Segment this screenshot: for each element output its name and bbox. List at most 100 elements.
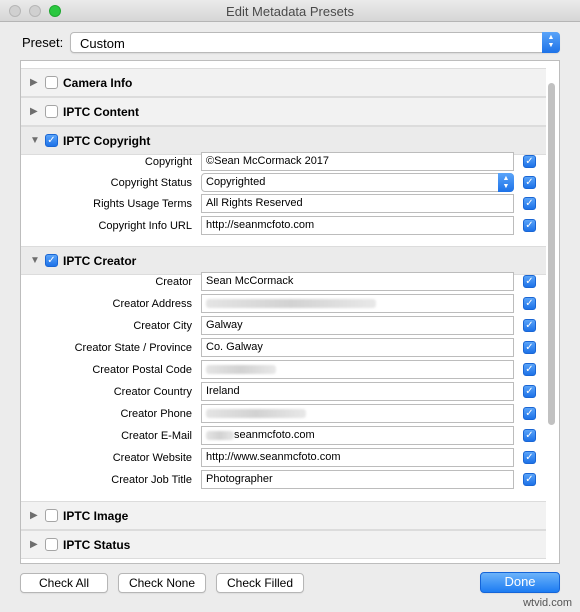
metadata-panel: ▶ Camera Info ▶ IPTC Content ▼ ✓ IPTC Co… — [20, 60, 560, 564]
field-checkbox[interactable]: ✓ — [523, 155, 536, 168]
preset-row: Preset: Custom ▲ ▼ — [22, 32, 562, 54]
field-label: Creator Website — [112, 452, 192, 464]
section-iptc-copyright[interactable]: ▼ ✓ IPTC Copyright — [21, 126, 546, 155]
copyright-url-input[interactable]: http://seanmcfoto.com — [201, 216, 514, 235]
check-all-button[interactable]: Check All — [20, 573, 108, 593]
field-label: Creator — [155, 276, 192, 288]
copyright-input[interactable]: ©Sean McCormack 2017 — [201, 152, 514, 171]
preset-label: Preset: — [22, 35, 64, 50]
field-label: Creator State / Province — [74, 342, 192, 354]
field-label: Creator Address — [112, 298, 192, 310]
field-checkbox[interactable]: ✓ — [523, 407, 536, 420]
field-label: Creator E-Mail — [121, 430, 192, 442]
creator-address-input[interactable] — [201, 294, 514, 313]
creator-city-input[interactable]: Galway — [201, 316, 514, 335]
field-checkbox[interactable]: ✓ — [523, 473, 536, 486]
watermark: wtvid.com — [523, 597, 572, 609]
section-checkbox[interactable] — [45, 105, 58, 118]
section-checkbox[interactable] — [45, 76, 58, 89]
field-row-copyright-url: Copyright Info URL http://seanmcfoto.com… — [21, 216, 546, 238]
rights-usage-input[interactable]: All Rights Reserved — [201, 194, 514, 213]
creator-state-input[interactable]: Co. Galway — [201, 338, 514, 357]
chevron-updown-icon: ▲ ▼ — [542, 32, 560, 53]
section-checkbox[interactable] — [45, 509, 58, 522]
creator-website-input[interactable]: http://www.seanmcfoto.com — [201, 448, 514, 467]
copyright-status-value: Copyrighted — [206, 176, 266, 188]
section-iptc-content[interactable]: ▶ IPTC Content — [21, 97, 546, 126]
field-row-rights-usage: Rights Usage Terms All Rights Reserved ✓ — [21, 194, 546, 216]
creator-input[interactable]: Sean McCormack — [201, 272, 514, 291]
field-checkbox[interactable]: ✓ — [523, 197, 536, 210]
vertical-scrollbar[interactable] — [546, 63, 557, 561]
creator-phone-input[interactable] — [201, 404, 514, 423]
check-none-button[interactable]: Check None — [118, 573, 206, 593]
section-checkbox[interactable]: ✓ — [45, 254, 58, 267]
creator-job-input[interactable]: Photographer — [201, 470, 514, 489]
field-row-copyright: Copyright ©Sean McCormack 2017 ✓ — [21, 152, 546, 174]
field-row-creator-job: Creator Job Title Photographer ✓ — [21, 470, 546, 492]
copyright-status-select[interactable]: Copyrighted ▲ ▼ — [201, 173, 514, 192]
field-checkbox[interactable]: ✓ — [523, 176, 536, 189]
done-button[interactable]: Done — [480, 572, 560, 593]
preset-dropdown[interactable]: Custom ▲ ▼ — [70, 32, 560, 53]
field-checkbox[interactable]: ✓ — [523, 219, 536, 232]
check-filled-button[interactable]: Check Filled — [216, 573, 304, 593]
disclosure-down-icon[interactable]: ▼ — [30, 135, 40, 147]
disclosure-right-icon[interactable]: ▶ — [30, 106, 38, 118]
field-row-creator-postal: Creator Postal Code ✓ — [21, 360, 546, 382]
creator-email-input[interactable]: seanmcfoto.com — [201, 426, 514, 445]
redacted-text — [206, 364, 276, 374]
field-row-creator-city: Creator City Galway ✓ — [21, 316, 546, 338]
field-label: Creator City — [133, 320, 192, 332]
section-checkbox[interactable]: ✓ — [45, 134, 58, 147]
section-iptc-status[interactable]: ▶ IPTC Status — [21, 530, 546, 559]
field-row-copyright-status: Copyright Status Copyrighted ▲ ▼ ✓ — [21, 173, 546, 195]
section-checkbox[interactable] — [45, 538, 58, 551]
field-checkbox[interactable]: ✓ — [523, 275, 536, 288]
field-checkbox[interactable]: ✓ — [523, 429, 536, 442]
field-label: Creator Country — [113, 386, 192, 398]
field-checkbox[interactable]: ✓ — [523, 297, 536, 310]
section-title: IPTC Content — [63, 105, 139, 119]
disclosure-right-icon[interactable]: ▶ — [30, 77, 38, 89]
section-title: IPTC Creator — [63, 254, 137, 268]
disclosure-right-icon[interactable]: ▶ — [30, 510, 38, 522]
title-bar: Edit Metadata Presets — [0, 0, 580, 22]
field-row-creator-email: Creator E-Mail seanmcfoto.com ✓ — [21, 426, 546, 448]
scroll-thumb[interactable] — [548, 83, 555, 425]
field-row-creator-address: Creator Address ✓ — [21, 294, 546, 316]
field-row-creator: Creator Sean McCormack ✓ — [21, 272, 546, 294]
section-title: IPTC Copyright — [63, 134, 151, 148]
redacted-text — [206, 430, 234, 440]
creator-country-input[interactable]: Ireland — [201, 382, 514, 401]
section-title: Camera Info — [63, 76, 133, 90]
field-label: Creator Phone — [120, 408, 192, 420]
field-row-creator-website: Creator Website http://www.seanmcfoto.co… — [21, 448, 546, 470]
section-iptc-creator[interactable]: ▼ ✓ IPTC Creator — [21, 246, 546, 275]
field-label: Creator Postal Code — [92, 364, 192, 376]
section-title: IPTC Image — [63, 509, 129, 523]
section-iptc-image[interactable]: ▶ IPTC Image — [21, 501, 546, 530]
field-label: Copyright — [144, 156, 192, 168]
field-label: Copyright Info URL — [98, 220, 192, 232]
disclosure-down-icon[interactable]: ▼ — [30, 255, 40, 267]
field-label: Creator Job Title — [111, 474, 192, 486]
field-label: Rights Usage Terms — [93, 198, 192, 210]
field-checkbox[interactable]: ✓ — [523, 385, 536, 398]
preset-value: Custom — [80, 36, 125, 51]
field-label: Copyright Status — [110, 177, 192, 189]
disclosure-right-icon[interactable]: ▶ — [30, 539, 38, 551]
email-domain: seanmcfoto.com — [234, 429, 315, 441]
section-title: IPTC Status — [63, 538, 131, 552]
field-row-creator-country: Creator Country Ireland ✓ — [21, 382, 546, 404]
field-row-creator-phone: Creator Phone ✓ — [21, 404, 546, 426]
field-checkbox[interactable]: ✓ — [523, 341, 536, 354]
chevron-updown-icon: ▲ ▼ — [498, 173, 514, 192]
section-camera-info[interactable]: ▶ Camera Info — [21, 68, 546, 97]
field-checkbox[interactable]: ✓ — [523, 451, 536, 464]
field-row-creator-state: Creator State / Province Co. Galway ✓ — [21, 338, 546, 360]
field-checkbox[interactable]: ✓ — [523, 363, 536, 376]
creator-postal-input[interactable] — [201, 360, 514, 379]
window-title: Edit Metadata Presets — [226, 4, 354, 19]
field-checkbox[interactable]: ✓ — [523, 319, 536, 332]
